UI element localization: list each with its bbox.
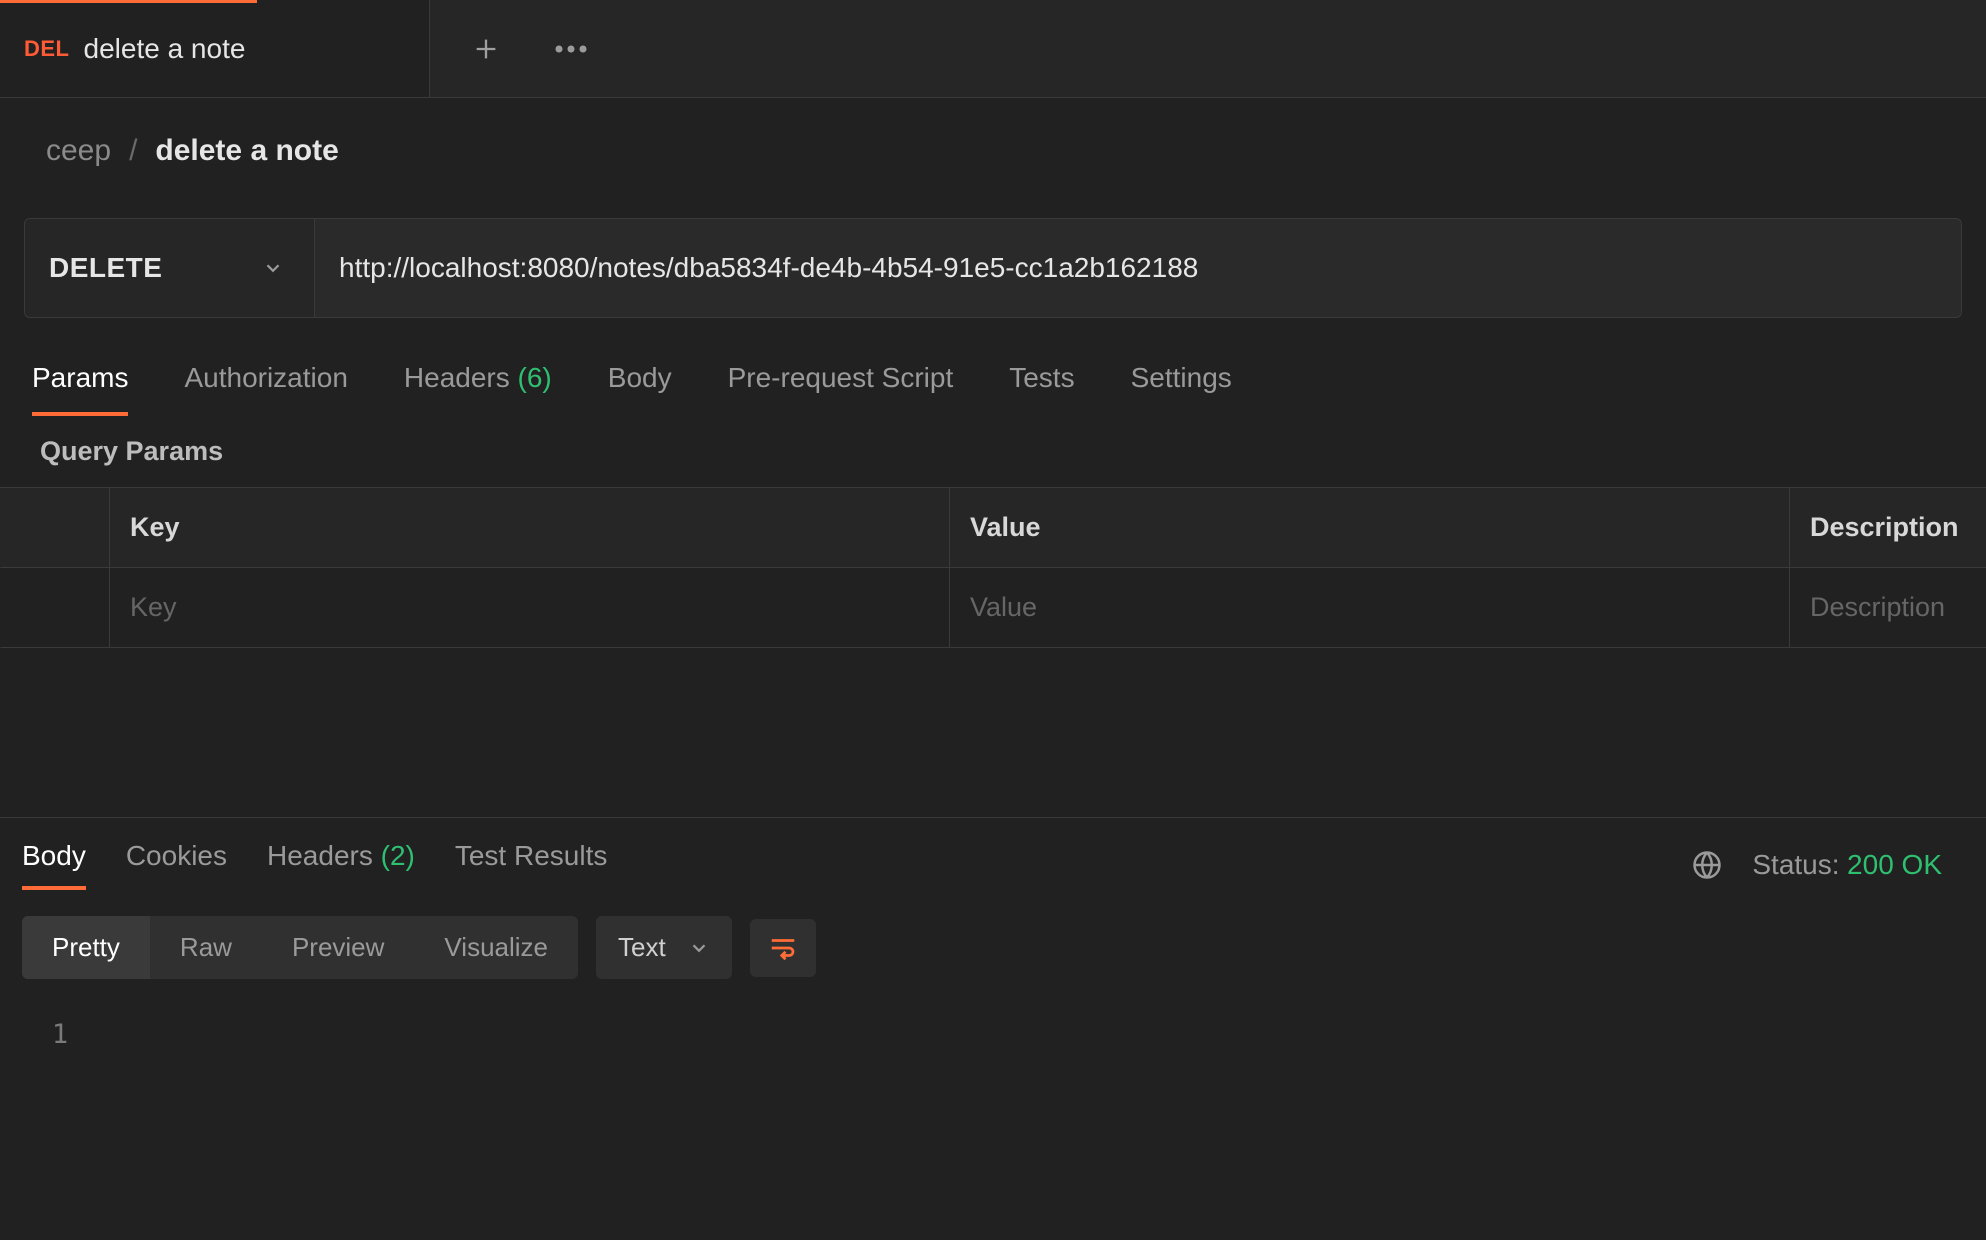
param-description-input[interactable]: [1810, 592, 1966, 623]
tab-active-indicator: [0, 0, 257, 3]
method-select[interactable]: DELETE: [25, 219, 315, 317]
line-gutter: 1: [0, 1019, 120, 1050]
new-tab-button[interactable]: [472, 35, 500, 63]
table-header-row: Key Value Description: [0, 488, 1986, 568]
status-code[interactable]: 200 OK: [1847, 849, 1942, 880]
chevron-down-icon: [688, 937, 710, 959]
tab-headers-count: (6): [518, 362, 552, 393]
format-label: Text: [618, 932, 666, 963]
params-table: Key Value Description: [0, 487, 1986, 648]
response-tabs: Body Cookies Headers (2) Test Results: [22, 840, 607, 890]
line-number: 1: [0, 1019, 120, 1050]
breadcrumb-collection[interactable]: ceep: [46, 134, 111, 168]
tab-method-badge: DEL: [24, 36, 70, 62]
mode-pretty[interactable]: Pretty: [22, 916, 150, 979]
format-select[interactable]: Text: [596, 916, 732, 979]
network-info-button[interactable]: [1692, 850, 1722, 880]
request-response-divider: [0, 648, 1986, 818]
param-key-input[interactable]: [130, 592, 929, 623]
resp-tab-cookies[interactable]: Cookies: [126, 840, 227, 890]
url-input[interactable]: [315, 219, 1961, 317]
resp-tab-testresults[interactable]: Test Results: [455, 840, 608, 890]
mode-preview[interactable]: Preview: [262, 916, 414, 979]
tab-overflow-button[interactable]: [554, 44, 588, 54]
param-value-input[interactable]: [970, 592, 1769, 623]
method-label: DELETE: [49, 252, 162, 284]
chevron-down-icon: [262, 257, 284, 279]
col-value: Value: [950, 488, 1790, 568]
breadcrumb: ceep / delete a note: [0, 98, 1986, 218]
resp-tab-headers-label: Headers: [267, 840, 373, 871]
request-row: DELETE: [24, 218, 1962, 318]
tab-params[interactable]: Params: [32, 362, 128, 416]
ellipsis-icon: [554, 44, 588, 54]
resp-tab-headers[interactable]: Headers (2): [267, 840, 415, 890]
body-view-toolbar: Pretty Raw Preview Visualize Text: [0, 890, 1986, 1005]
globe-icon: [1692, 850, 1722, 880]
resp-tab-headers-count: (2): [381, 840, 415, 871]
plus-icon: [472, 35, 500, 63]
status-label: Status:: [1752, 849, 1839, 880]
request-subtabs: Params Authorization Headers (6) Body Pr…: [0, 318, 1986, 416]
wrap-lines-button[interactable]: [750, 919, 816, 977]
mode-raw[interactable]: Raw: [150, 916, 262, 979]
tab-authorization[interactable]: Authorization: [184, 362, 347, 416]
resp-tab-body[interactable]: Body: [22, 840, 86, 890]
tabs-bar: DEL delete a note: [0, 0, 1986, 98]
request-tab[interactable]: DEL delete a note: [0, 0, 430, 97]
tab-title: delete a note: [84, 33, 246, 65]
response-status-area: Status: 200 OK: [1692, 849, 1962, 881]
body-view-mode-segment: Pretty Raw Preview Visualize: [22, 916, 578, 979]
response-header: Body Cookies Headers (2) Test Results St…: [0, 818, 1986, 890]
drag-column: [0, 488, 110, 568]
breadcrumb-separator: /: [129, 134, 137, 168]
response-code[interactable]: [120, 1019, 1986, 1050]
tab-settings[interactable]: Settings: [1131, 362, 1232, 416]
tabs-actions: [430, 0, 588, 97]
tab-prerequest[interactable]: Pre-request Script: [728, 362, 954, 416]
tab-headers[interactable]: Headers (6): [404, 362, 552, 416]
query-params-title: Query Params: [0, 416, 1986, 487]
wrap-icon: [766, 933, 800, 963]
response-body: 1: [0, 1005, 1986, 1064]
tab-body[interactable]: Body: [608, 362, 672, 416]
breadcrumb-request-name: delete a note: [155, 134, 338, 168]
col-description: Description: [1790, 488, 1986, 568]
col-key: Key: [110, 488, 950, 568]
table-row: [0, 568, 1986, 648]
tab-headers-label: Headers: [404, 362, 510, 393]
mode-visualize[interactable]: Visualize: [414, 916, 578, 979]
drag-handle[interactable]: [0, 568, 110, 648]
tab-tests[interactable]: Tests: [1009, 362, 1074, 416]
